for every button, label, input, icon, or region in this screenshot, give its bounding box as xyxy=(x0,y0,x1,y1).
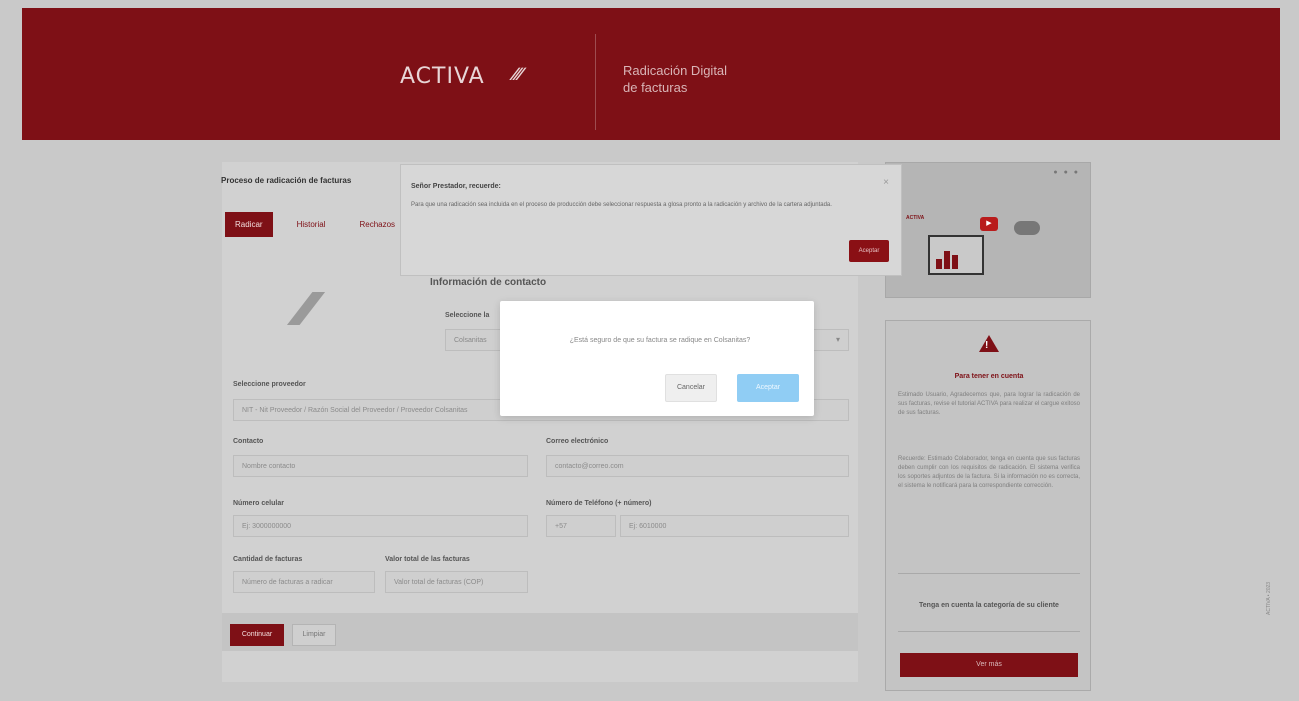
info-panel-title: Para tener en cuenta xyxy=(954,373,1024,380)
limpiar-button[interactable]: Limpiar xyxy=(292,624,336,646)
notice-title: Señor Prestador, recuerde: xyxy=(411,183,501,190)
chevron-down-icon: ▾ xyxy=(835,335,840,344)
chart-board-icon xyxy=(928,235,984,275)
numero-celular-input[interactable]: Ej: 3000000000 xyxy=(233,515,528,537)
warning-exclamation-icon: ! xyxy=(985,340,989,351)
app-header: ACTIVA ∕∕∕ Radicación Digital de factura… xyxy=(22,8,1280,140)
telefono-input[interactable]: Ej: 6010000 xyxy=(620,515,849,537)
telefono-label: Número de Teléfono (+ número) xyxy=(546,500,652,507)
close-icon[interactable]: × xyxy=(883,177,889,188)
cantidad-facturas-label: Cantidad de facturas xyxy=(233,556,303,563)
info-paragraph-1: Estimado Usuario, Agradecemos que, para … xyxy=(898,392,1080,416)
window-controls-icon: ● ● ● xyxy=(1053,169,1080,176)
tab-rechazos[interactable]: Rechazos xyxy=(349,212,405,237)
activa-watermark: ∕∕∕ xyxy=(297,283,313,336)
seleccione-label: Seleccione la xyxy=(445,312,490,319)
numero-celular-label: Número celular xyxy=(233,500,284,507)
notice-body: Para que una radicación sea incluida en … xyxy=(411,202,832,208)
notice-popup: Señor Prestador, recuerde: Para que una … xyxy=(400,164,902,276)
header-subtitle: Radicación Digital de facturas xyxy=(623,62,727,96)
confirm-dialog: ¿Está seguro de que su factura se radiqu… xyxy=(500,301,814,416)
telefono-prefix-select[interactable]: +57 xyxy=(546,515,616,537)
section-title: Información de contacto xyxy=(430,277,547,288)
side-ticker: ACTIVA • 2023 xyxy=(1266,575,1274,680)
cantidad-facturas-input[interactable]: Número de facturas a radicar xyxy=(233,571,375,593)
continuar-button[interactable]: Continuar xyxy=(230,624,284,646)
tutorial-video[interactable]: ● ● ● ACTIVA ▶ xyxy=(885,162,1091,298)
header-subtitle-line2: de facturas xyxy=(623,80,688,95)
header-divider xyxy=(595,34,596,130)
video-label: ACTIVA xyxy=(906,215,925,221)
ver-mas-button[interactable]: Ver más xyxy=(900,653,1078,677)
accept-button[interactable]: Aceptar xyxy=(737,374,799,402)
activa-logo-mark: ∕∕∕ xyxy=(513,64,523,84)
proveedor-label: Seleccione proveedor xyxy=(233,381,306,388)
contacto-input[interactable]: Nombre contacto xyxy=(233,455,528,477)
tab-historial[interactable]: Historial xyxy=(287,212,336,237)
activa-logo: ACTIVA xyxy=(400,64,485,89)
info-category: Tenga en cuenta la categoría de su clien… xyxy=(919,602,1059,609)
breadcrumb: Proceso de radicación de facturas xyxy=(221,176,352,185)
cloud-icon xyxy=(1014,221,1040,235)
contacto-label: Contacto xyxy=(233,438,264,445)
side-ticker-text: ACTIVA • 2023 xyxy=(1266,581,1272,615)
confirm-message: ¿Está seguro de que su factura se radiqu… xyxy=(569,337,751,344)
info-divider xyxy=(898,573,1080,574)
correo-label: Correo electrónico xyxy=(546,438,609,445)
eps-select-value: Colsanitas xyxy=(454,337,487,344)
board-bar xyxy=(952,255,958,269)
warning-icon xyxy=(979,335,999,352)
notice-aceptar-button[interactable]: Aceptar xyxy=(849,240,889,262)
board-bar xyxy=(936,259,942,269)
info-divider xyxy=(898,631,1080,632)
correo-input[interactable]: contacto@correo.com xyxy=(546,455,849,477)
info-panel: ! Para tener en cuenta Estimado Usuario,… xyxy=(885,320,1091,691)
cancel-button[interactable]: Cancelar xyxy=(665,374,717,402)
tab-radicar[interactable]: Radicar xyxy=(225,212,273,237)
board-bar xyxy=(944,251,950,269)
valor-total-label: Valor total de las facturas xyxy=(385,556,470,563)
tab-bar: Radicar Historial Rechazos xyxy=(225,212,405,237)
info-paragraph-2: Recuerde: Estimado Colaborador, tenga en… xyxy=(898,456,1080,489)
header-subtitle-line1: Radicación Digital xyxy=(623,63,728,78)
play-icon[interactable]: ▶ xyxy=(980,217,998,231)
valor-total-input[interactable]: Valor total de facturas (COP) xyxy=(385,571,528,593)
